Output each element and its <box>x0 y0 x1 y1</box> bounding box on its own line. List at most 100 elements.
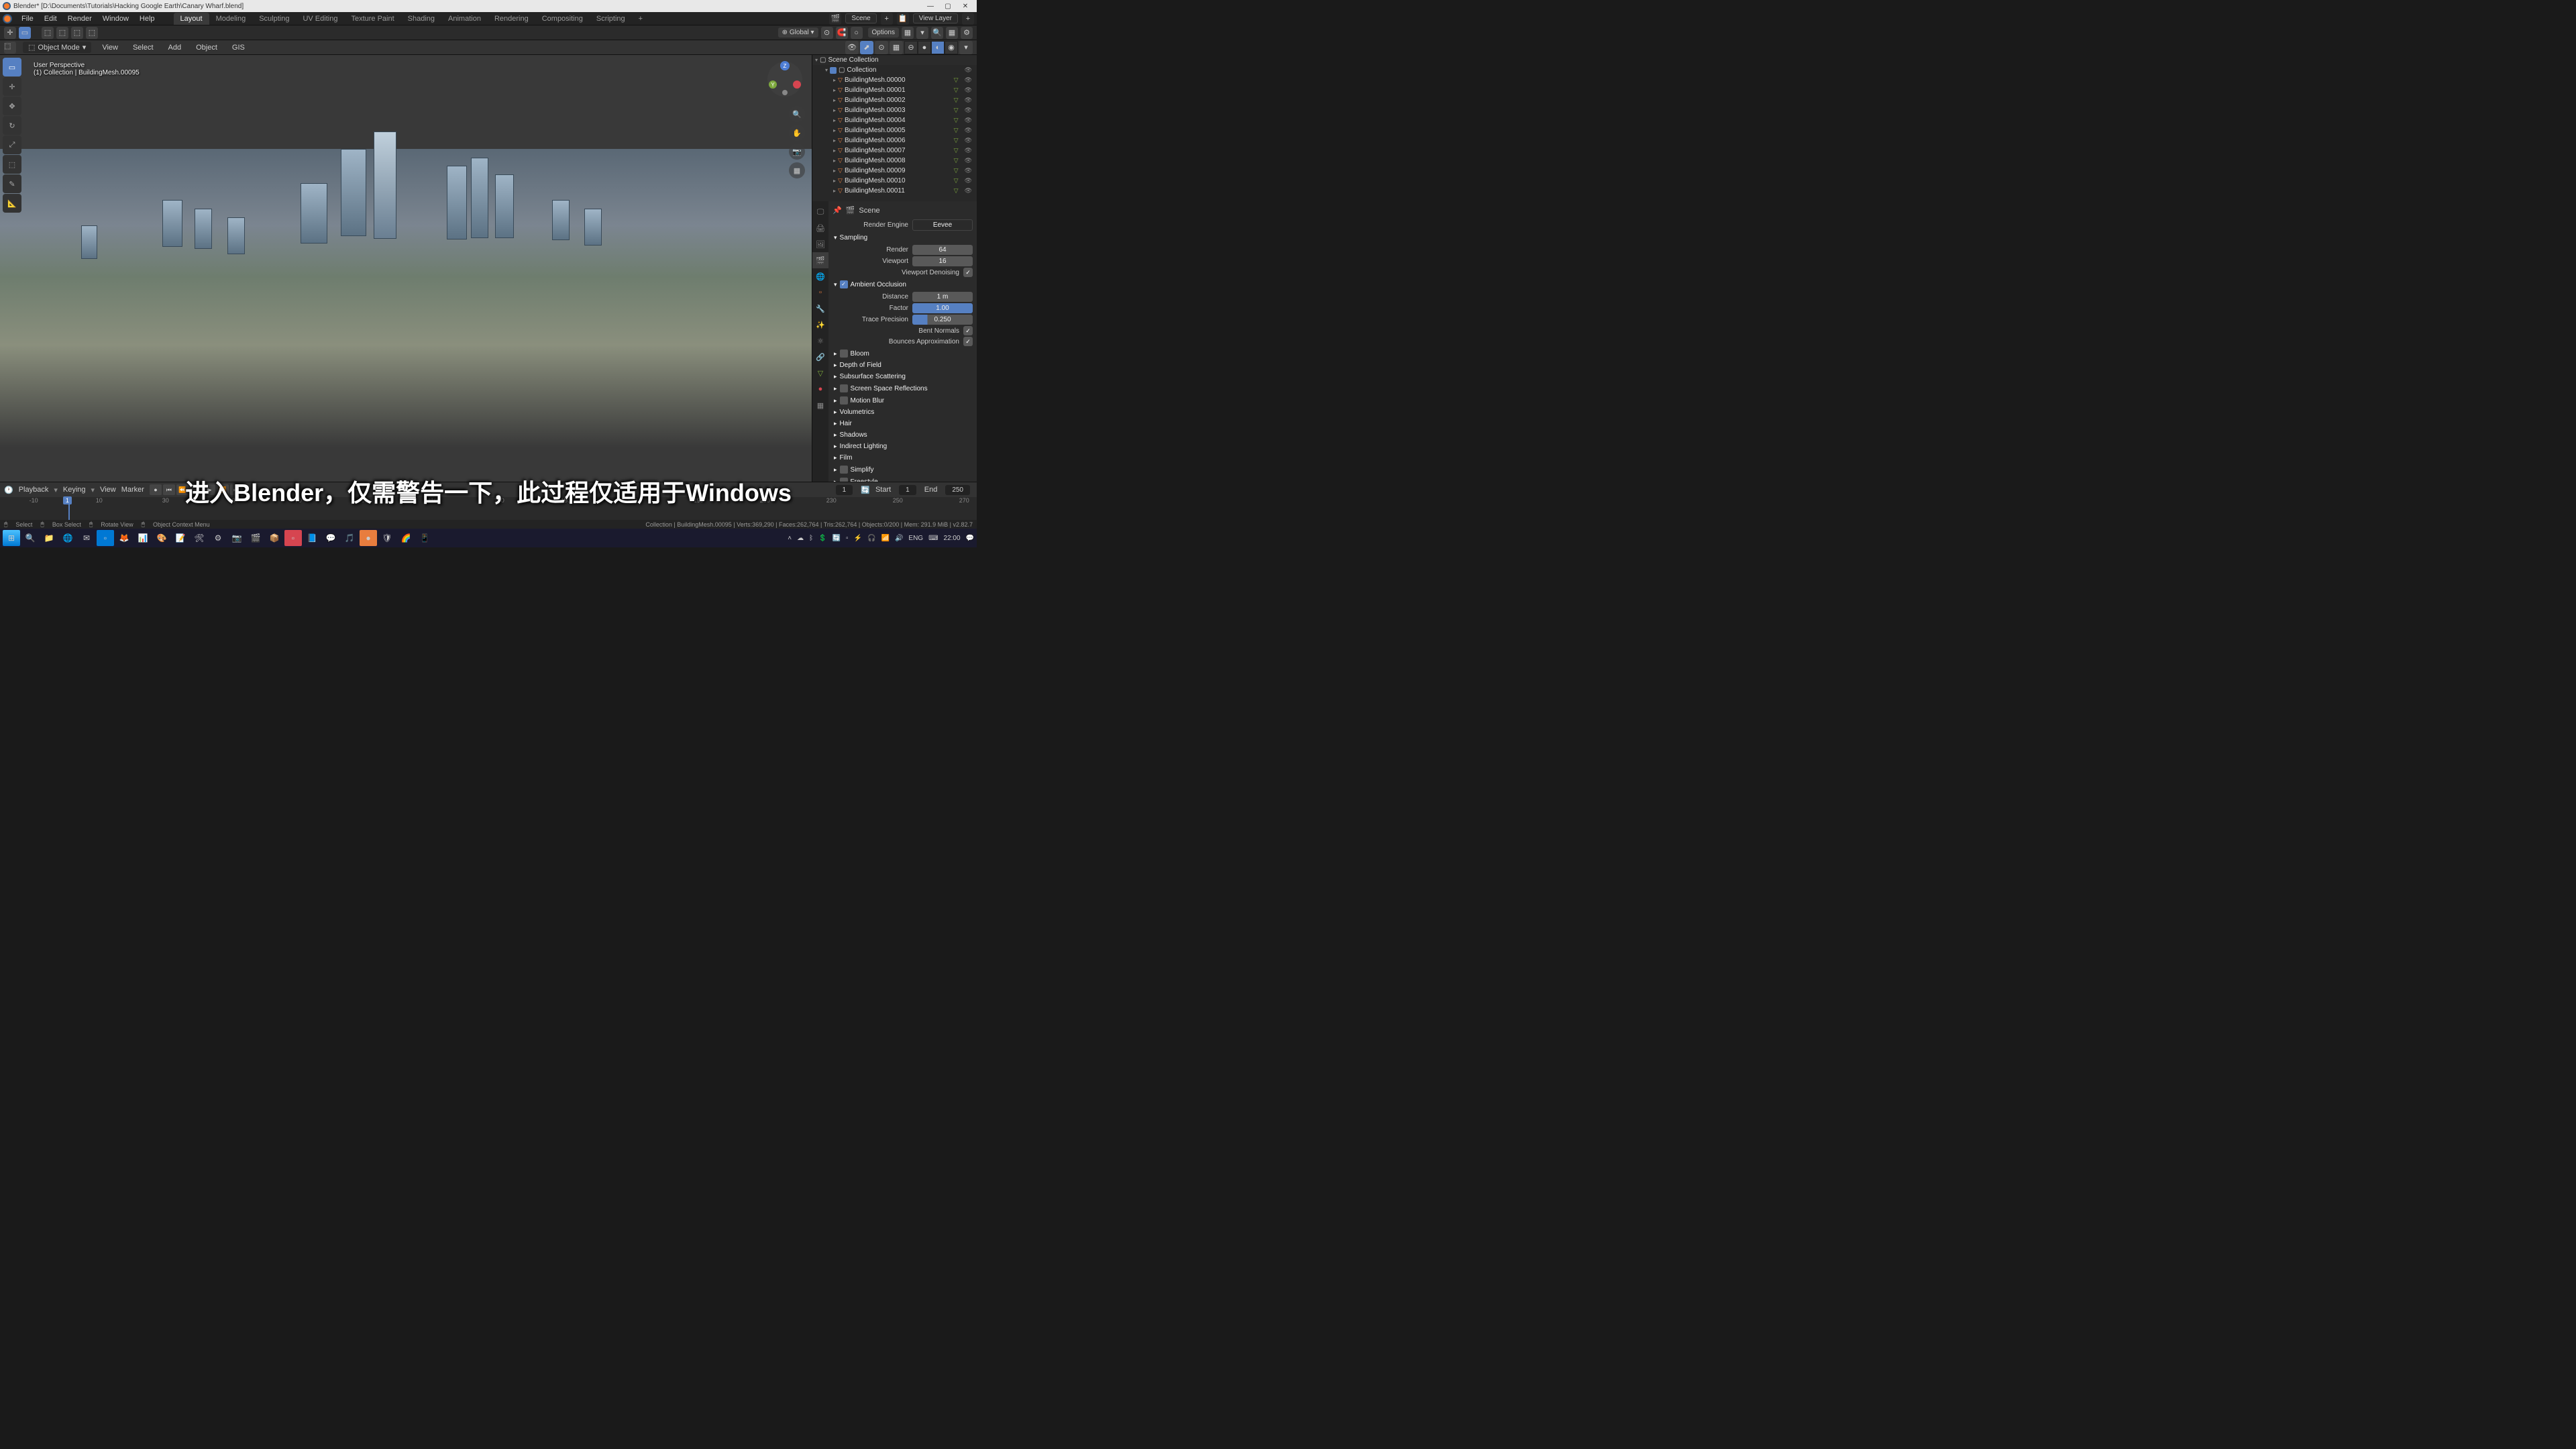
tab-physics[interactable]: ⚛ <box>812 333 828 349</box>
scale-tool[interactable]: ⤢ <box>3 136 21 154</box>
layer-new-button[interactable]: + <box>962 13 974 25</box>
start-button[interactable]: ⊞ <box>3 530 20 546</box>
scene-field[interactable]: Scene <box>845 13 876 23</box>
perspective-toggle-icon[interactable]: ▦ <box>789 162 805 178</box>
tray-wifi-icon[interactable]: 📶 <box>881 535 890 542</box>
disclosure-icon[interactable]: ▾ <box>815 57 818 63</box>
visibility-icon[interactable]: 👁 <box>963 137 974 144</box>
disclosure-icon[interactable]: ▸ <box>833 107 836 113</box>
taskbar-app-icon[interactable]: 🛡 <box>378 530 396 546</box>
rendered-shading-icon[interactable]: ◉ <box>945 41 958 54</box>
annotate-tool[interactable]: ✎ <box>3 174 21 193</box>
mb-header[interactable]: ▸Motion Blur <box>833 394 973 407</box>
scene-icon[interactable]: 🎬 <box>829 13 841 25</box>
timeline-keying-menu[interactable]: Keying <box>63 486 86 494</box>
tab-texture[interactable]: Texture Paint <box>344 13 400 25</box>
tray-sync-icon[interactable]: 🔄 <box>833 535 841 542</box>
taskbar-app-icon[interactable]: 💬 <box>322 530 339 546</box>
visibility-icon[interactable]: 👁 <box>963 157 974 164</box>
tab-modeling[interactable]: Modeling <box>209 13 253 25</box>
mb-checkbox[interactable] <box>840 396 848 405</box>
autokey-icon[interactable]: ● <box>150 484 162 495</box>
menu-gis[interactable]: GIS <box>228 44 249 52</box>
camera-icon[interactable]: 📷 <box>789 144 805 160</box>
new-collection-icon[interactable]: ▦ <box>946 27 958 39</box>
taskbar-explorer-icon[interactable]: 📁 <box>40 530 58 546</box>
editor-type-icon[interactable]: ⬚ <box>4 42 16 54</box>
snap2-icon[interactable]: ⬚ <box>56 27 68 39</box>
outliner-item[interactable]: ▸▽BuildingMesh.00011▽👁 <box>812 186 977 196</box>
outliner-item[interactable]: ▸▽BuildingMesh.00001▽👁 <box>812 85 977 95</box>
visibility-icon[interactable]: 👁 <box>963 76 974 84</box>
tab-shading[interactable]: Shading <box>401 13 441 25</box>
ssr-checkbox[interactable] <box>840 384 848 392</box>
filter-icon[interactable]: ▽ <box>952 147 961 154</box>
taskbar-mail-icon[interactable]: ✉ <box>78 530 95 546</box>
jump-start-icon[interactable]: ⏮ <box>163 484 175 495</box>
taskbar-app-icon[interactable]: 📦 <box>266 530 283 546</box>
menu-add[interactable]: Add <box>164 44 186 52</box>
taskbar-firefox-icon[interactable]: 🦊 <box>115 530 133 546</box>
outliner-item[interactable]: ▸▽BuildingMesh.00003▽👁 <box>812 105 977 115</box>
taskbar-app-icon[interactable]: 🎵 <box>341 530 358 546</box>
simplify-checkbox[interactable] <box>840 466 848 474</box>
mode-selector[interactable]: ⬚ Object Mode ▾ <box>23 42 91 53</box>
menu-window[interactable]: Window <box>97 15 134 23</box>
filter-icon[interactable]: ▽ <box>952 167 961 174</box>
taskbar-chrome-icon[interactable]: 🌈 <box>397 530 415 546</box>
shadows-header[interactable]: ▸Shadows <box>833 429 973 441</box>
tray-volume-icon[interactable]: 🔊 <box>895 535 903 542</box>
selectability-icon[interactable]: 👁 <box>845 41 859 54</box>
outliner-item[interactable]: ▸▽BuildingMesh.00006▽👁 <box>812 136 977 146</box>
ao-trace-field[interactable]: 0.250 <box>912 315 973 325</box>
snap3-icon[interactable]: ⬚ <box>71 27 83 39</box>
maximize-button[interactable]: ▢ <box>939 3 957 10</box>
disclosure-icon[interactable]: ▸ <box>833 87 836 93</box>
sampling-header[interactable]: ▾ Sampling <box>833 232 973 244</box>
filter-icon[interactable]: ▽ <box>952 137 961 144</box>
visibility-icon[interactable]: 👁 <box>963 187 974 195</box>
snap4-icon[interactable]: ⬚ <box>86 27 98 39</box>
tab-sculpting[interactable]: Sculpting <box>252 13 296 25</box>
timeline-marker-menu[interactable]: Marker <box>121 486 144 494</box>
proportional-icon[interactable]: ○ <box>851 27 863 39</box>
timeline-view-menu[interactable]: View <box>100 486 116 494</box>
filter-icon[interactable]: ▽ <box>952 157 961 164</box>
filter-icon[interactable]: ▽ <box>952 107 961 114</box>
taskbar-app-icon[interactable]: 📝 <box>172 530 189 546</box>
wireframe-shading-icon[interactable]: ⊖ <box>904 41 918 54</box>
lookdev-shading-icon[interactable]: ◐ <box>931 41 945 54</box>
tab-particles[interactable]: ✨ <box>812 317 828 333</box>
tray-app-icon[interactable]: ⚡ <box>854 535 862 542</box>
tab-output[interactable]: 🖨 <box>812 220 828 236</box>
tab-add[interactable]: + <box>632 13 649 25</box>
dof-header[interactable]: ▸Depth of Field <box>833 360 973 371</box>
tab-modifiers[interactable]: 🔧 <box>812 301 828 317</box>
timeline-editor-icon[interactable]: 🕐 <box>4 486 13 494</box>
filter-icon[interactable]: ▾ <box>916 27 928 39</box>
outliner-scene-collection[interactable]: ▾ ▢ Scene Collection <box>812 55 977 65</box>
film-header[interactable]: ▸Film <box>833 452 973 464</box>
tab-scripting[interactable]: Scripting <box>590 13 632 25</box>
tab-uv[interactable]: UV Editing <box>296 13 344 25</box>
outliner-item[interactable]: ▸▽BuildingMesh.00005▽👁 <box>812 125 977 136</box>
select-box-tool[interactable]: ▭ <box>3 58 21 76</box>
gizmo-icon[interactable]: ⬈ <box>860 41 873 54</box>
measure-tool[interactable]: 📐 <box>3 194 21 213</box>
freestyle-checkbox[interactable] <box>840 478 848 482</box>
filter-icon[interactable]: ▽ <box>952 127 961 134</box>
sync-icon[interactable]: 🔄 <box>861 486 870 494</box>
menu-select[interactable]: Select <box>129 44 158 52</box>
pan-icon[interactable]: ✋ <box>789 125 805 141</box>
taskbar-app-icon[interactable]: 📘 <box>303 530 321 546</box>
filter-toggle-icon[interactable]: ⚙ <box>961 27 973 39</box>
sss-header[interactable]: ▸Subsurface Scattering <box>833 371 973 382</box>
playhead[interactable]: 1 <box>68 497 70 520</box>
pin-icon[interactable]: 📌 <box>833 206 842 215</box>
filter-icon[interactable]: ▽ <box>952 117 961 124</box>
visibility-icon[interactable]: 👁 <box>963 127 974 134</box>
outliner-item[interactable]: ▸▽BuildingMesh.00008▽👁 <box>812 156 977 166</box>
tray-onedrive-icon[interactable]: ☁ <box>797 535 804 542</box>
filter-icon[interactable]: ▽ <box>952 87 961 94</box>
disclosure-icon[interactable]: ▾ <box>825 67 828 73</box>
